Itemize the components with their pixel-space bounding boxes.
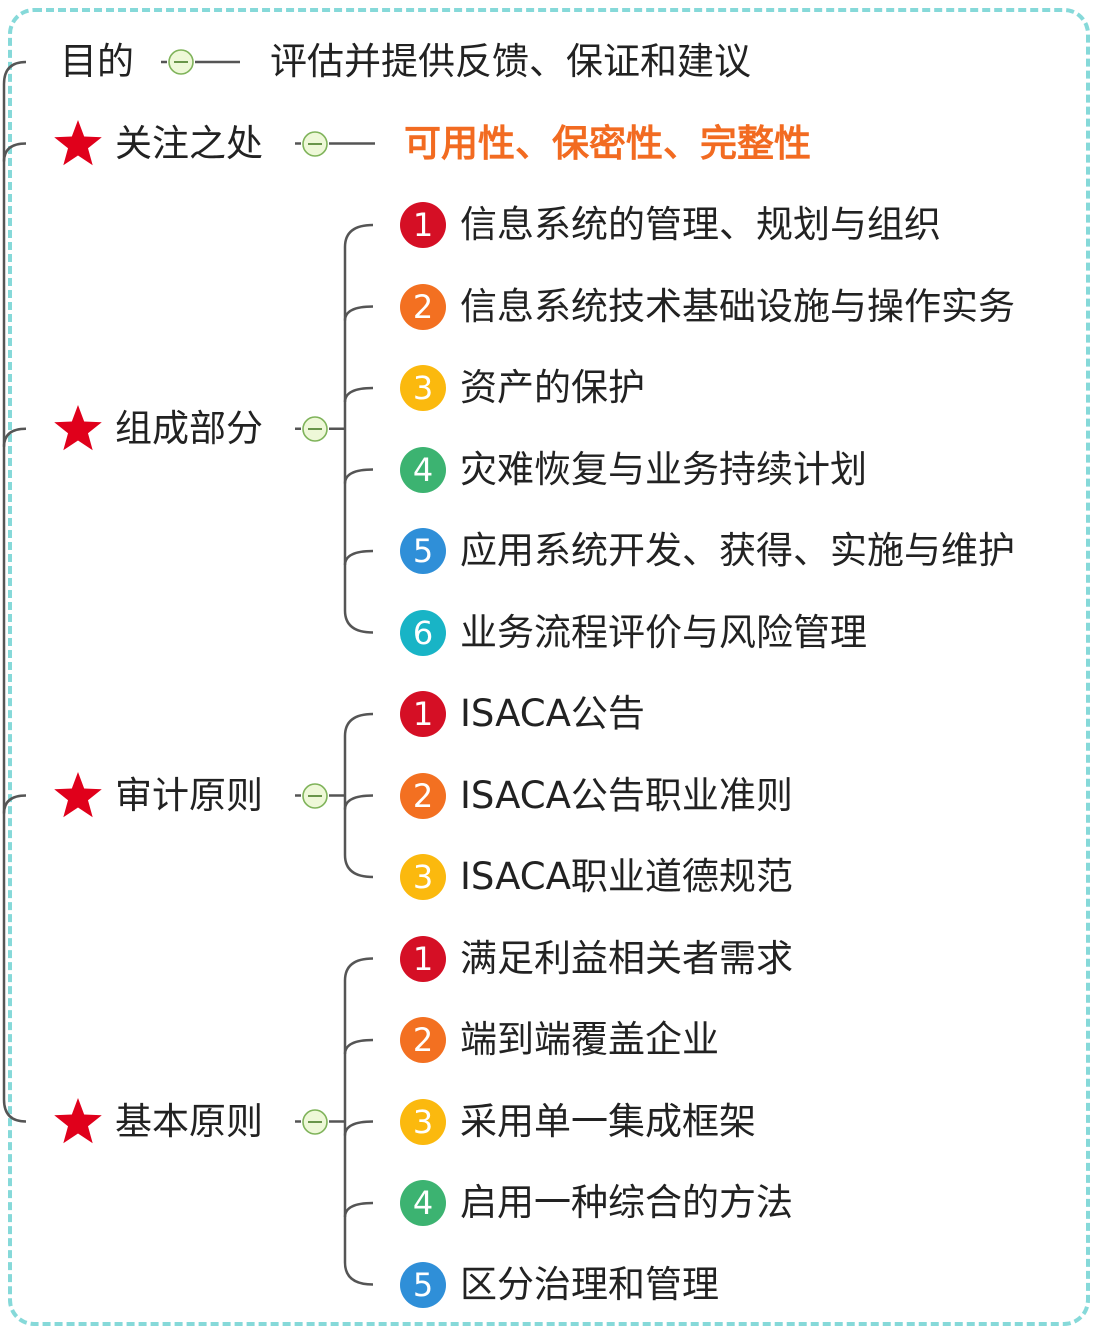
priority-2-icon: 2 [400, 283, 446, 330]
branch-stub [343, 468, 374, 484]
priority-4-icon: 4 [400, 446, 446, 493]
star-icon [54, 119, 102, 165]
subtopic-text: 采用单一集成框架 [460, 1099, 756, 1143]
subtopic-text: 端到端覆盖企业 [460, 1017, 719, 1061]
priority-3-icon: 3 [400, 854, 446, 900]
collapse-toggle-icon[interactable] [301, 1108, 329, 1136]
star-icon [54, 1097, 102, 1143]
branch-stub [343, 549, 374, 566]
priority-1-icon: 1 [400, 935, 446, 982]
priority-5-icon: 5 [400, 1261, 446, 1308]
subtopic-text: 可用性、保密性、完整性 [404, 121, 811, 165]
collapse-toggle-icon[interactable] [301, 415, 329, 443]
subtopic-text: ISACA职业道德规范 [460, 854, 793, 898]
spine-branch [2, 794, 27, 814]
topic-label-basic-principles: 基本原则 [115, 1099, 263, 1143]
subtopic-text: 应用系统开发、获得、实施与维护 [460, 528, 1015, 572]
subtopic-text: 信息系统技术基础设施与操作实务 [460, 284, 1015, 328]
collapse-toggle-icon[interactable] [301, 130, 329, 158]
subtopic-text: 满足利益相关者需求 [460, 936, 793, 980]
subtopic-text: 评估并提供反馈、保证和建议 [270, 39, 751, 83]
star-icon [54, 404, 102, 450]
spine-branch [2, 142, 27, 162]
topic-label-components: 组成部分 [115, 406, 263, 450]
topic-label-audit-principles: 审计原则 [115, 773, 263, 817]
subtopic-text: 区分治理和管理 [460, 1262, 719, 1306]
collapse-toggle-icon[interactable] [301, 782, 329, 810]
topic-label-focus: 关注之处 [115, 121, 263, 165]
main-spine [2, 60, 27, 1123]
subtopic-text: 灾难恢复与业务持续计划 [460, 447, 867, 491]
priority-1-icon: 1 [400, 691, 446, 737]
subtopic-text: 业务流程评价与风险管理 [460, 610, 867, 654]
branch-stub [343, 305, 374, 321]
priority-2-icon: 2 [400, 1017, 446, 1063]
branch-stub [343, 386, 374, 403]
priority-3-icon: 3 [400, 1098, 446, 1145]
subtopic-text: 信息系统的管理、规划与组织 [460, 202, 941, 246]
subtopic-text: ISACA公告 [460, 691, 645, 735]
collapse-toggle-icon[interactable] [167, 48, 195, 76]
priority-2-icon: 2 [400, 772, 446, 819]
branch-bracket [343, 223, 374, 634]
branch-stub [343, 1120, 374, 1136]
spine-branch [2, 427, 27, 447]
priority-6-icon: 6 [400, 609, 446, 656]
priority-1-icon: 1 [400, 202, 446, 248]
topic-label-purpose: 目的 [60, 39, 134, 83]
priority-3-icon: 3 [400, 365, 446, 411]
subtopic-text: 启用一种综合的方法 [460, 1180, 793, 1224]
subtopic-text: 资产的保护 [460, 365, 645, 409]
mind-map-canvas: 目的 评估并提供反馈、保证和建议 关注之处 可用性、保密性、完整性组成部分 1 信息系统的… [0, 0, 1100, 1334]
branch-stub [343, 794, 374, 810]
priority-5-icon: 5 [400, 528, 446, 574]
priority-4-icon: 4 [400, 1180, 446, 1226]
subtopic-text: ISACA公告职业准则 [460, 773, 793, 817]
star-icon [54, 771, 102, 817]
branch-stub [343, 1038, 374, 1055]
branch-stub [343, 1201, 374, 1218]
